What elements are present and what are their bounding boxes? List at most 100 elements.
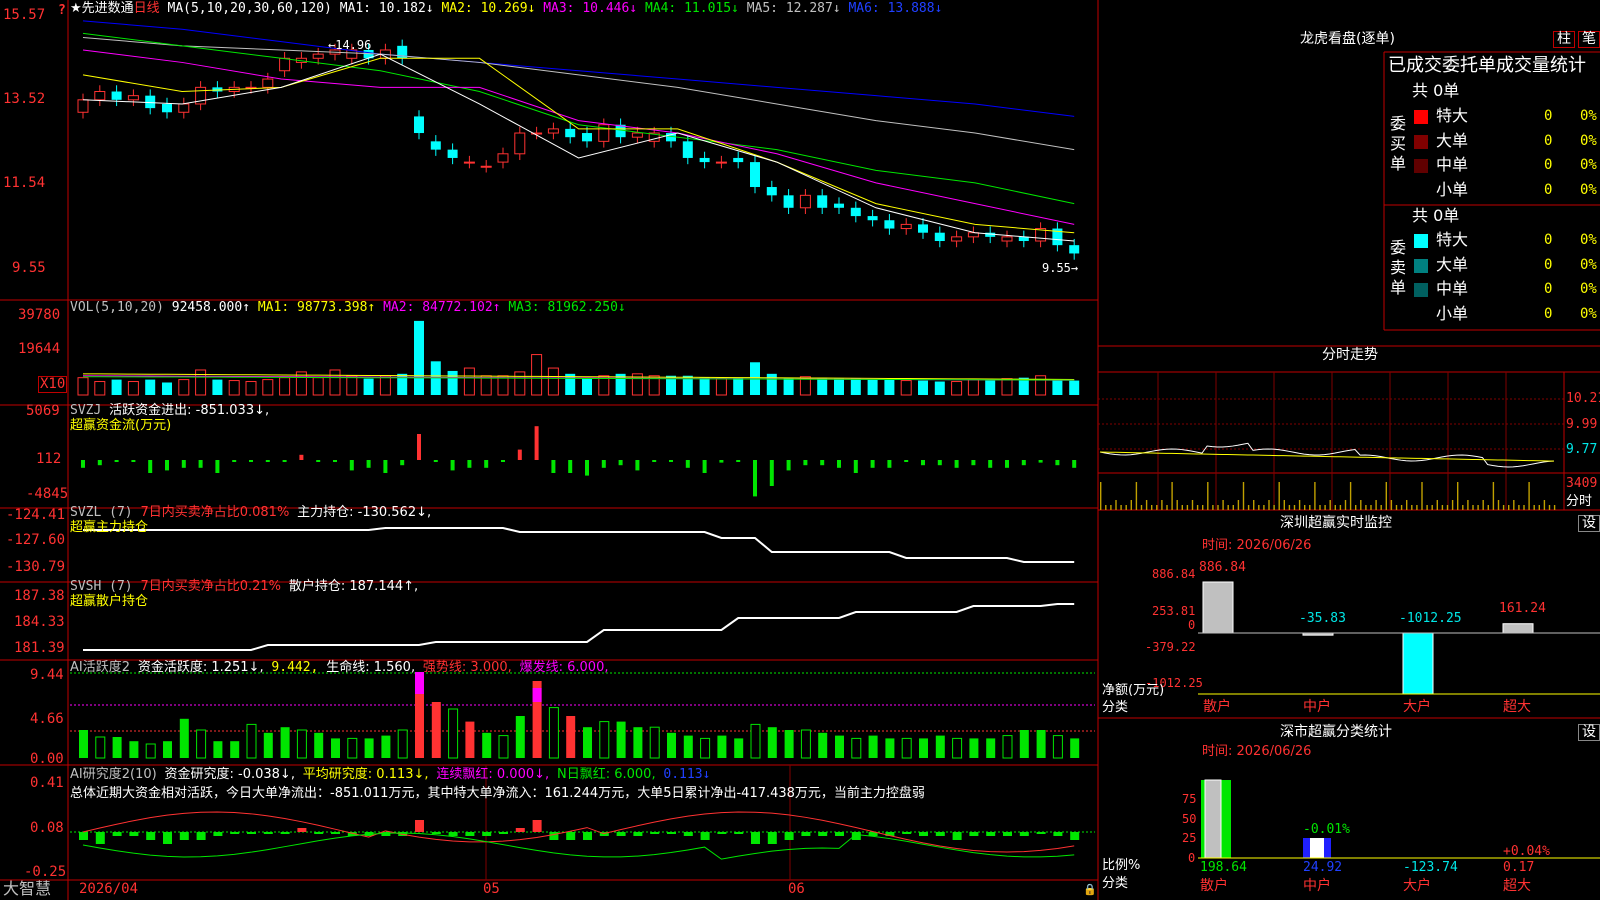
order-row-name: 小单	[1436, 179, 1469, 199]
ma3-value: MA3: 10.446↓	[543, 1, 638, 16]
ma4-line	[82, 32, 1075, 205]
classify-category-3: 超大	[1503, 878, 1531, 894]
intraday-vol-bar	[1161, 500, 1163, 510]
research-bar	[1070, 832, 1080, 840]
svzl-hold: 主力持仓: -130.562↓,	[297, 505, 432, 520]
intraday-vol-bar	[1380, 505, 1382, 510]
intraday-vol-bar	[1258, 505, 1260, 510]
monitor-settings-button[interactable]: 设	[1578, 515, 1600, 532]
trade-stats-banner: 已成交委托单成交量统计	[1388, 55, 1586, 76]
ai1-label: AI活跃度2	[70, 660, 130, 675]
activity-bar	[767, 727, 777, 758]
period-label[interactable]: 日线	[134, 1, 160, 16]
research-trend-line	[82, 832, 1075, 860]
volume-bar	[850, 378, 861, 395]
classify-settings-button[interactable]: 设	[1578, 724, 1600, 741]
intraday-vol-bar	[1349, 482, 1352, 510]
intraday-axis-2: 9.99	[1566, 417, 1598, 432]
help-icon[interactable]: ?	[58, 3, 66, 18]
research-bar	[482, 832, 492, 836]
intraday-vol-bar	[1283, 500, 1285, 510]
activity-bar	[851, 737, 862, 759]
ai2-e: 0.113↓	[663, 767, 711, 782]
intraday-vol-bar	[1253, 500, 1255, 510]
date-label-3: 06	[788, 881, 805, 897]
row-swatch	[1414, 283, 1428, 298]
ai1-axis-3: 0.00	[30, 751, 64, 767]
tick-view-button[interactable]: 笔	[1578, 31, 1600, 48]
buy-label-char: 买	[1389, 134, 1406, 153]
ai2-header: AI研究度2(10) 资金研究度: -0.038↓, 平均研究度: 0.113↓…	[70, 767, 710, 782]
candle-body	[497, 153, 509, 163]
order-row-pct: 0%	[1580, 108, 1597, 124]
fundflow-bar	[853, 460, 858, 473]
volume-bar	[918, 380, 928, 395]
ai1-strong: 强势线: 3.000,	[422, 660, 512, 675]
intraday-vol-bar	[1477, 505, 1479, 510]
brand-logo: 大智慧	[3, 879, 52, 898]
order-row-pct: 0%	[1580, 132, 1597, 149]
chart-canvas[interactable]	[0, 0, 1600, 900]
classify-bar-mid-inner	[1310, 838, 1324, 858]
order-row-pct: 0%	[1580, 232, 1597, 248]
monitor-cat-label: 分类	[1102, 700, 1129, 715]
research-bar	[1019, 832, 1029, 836]
volume-bar	[379, 375, 391, 396]
candle-body	[162, 103, 172, 113]
intraday-vol-bar	[1242, 482, 1245, 510]
intraday-vol-bar	[1400, 505, 1403, 510]
ai2-axis-3: -0.25	[24, 864, 67, 880]
fundflow-bar	[81, 460, 85, 468]
volume-bar	[699, 377, 710, 395]
intraday-vol-bar	[1365, 505, 1367, 510]
monitor-category-2: 大户	[1403, 699, 1431, 715]
volume-bar	[178, 379, 190, 396]
fundflow-bar	[282, 460, 287, 462]
volume-bar	[884, 379, 895, 395]
bar-view-button[interactable]: 柱	[1553, 31, 1575, 48]
order-row-name: 中单	[1436, 155, 1469, 175]
volume-bar	[195, 369, 207, 396]
volume-bar	[867, 379, 878, 395]
candle-body	[715, 161, 727, 164]
activity-bar	[179, 718, 189, 758]
volume-bar	[1052, 379, 1063, 395]
classify-cat-label: 分类	[1102, 876, 1129, 891]
axis-price-3: 11.54	[3, 175, 46, 191]
candle-body	[766, 187, 777, 196]
volume-bar	[834, 378, 844, 395]
intraday-vol-bar	[1370, 505, 1372, 510]
research-bar	[431, 832, 441, 834]
sell-label-char: 单	[1389, 278, 1406, 297]
svsh-header: SVSH (7) 7日内买卖净占比0.21% 散户持仓: 187.144↑,	[70, 579, 418, 594]
intraday-vol-bar	[1278, 482, 1280, 510]
sell-label-char: 卖	[1389, 258, 1406, 277]
fundflow-bar	[669, 460, 673, 462]
fundflow-bar	[349, 460, 354, 471]
candle-body	[480, 165, 492, 168]
fundflow-bar	[685, 460, 690, 468]
research-bar	[851, 832, 861, 840]
volume-bar	[951, 381, 963, 396]
research-bar	[549, 832, 559, 840]
candle-body	[127, 95, 139, 101]
intraday-avg-line	[1099, 451, 1554, 462]
volume-bar	[447, 370, 458, 395]
volume-bar	[162, 382, 172, 395]
research-bar	[314, 832, 324, 834]
candle-body	[799, 194, 811, 209]
fundflow-bar	[937, 460, 942, 466]
fundflow-bar	[131, 460, 136, 462]
intraday-vol-bar	[1497, 500, 1500, 510]
candle-body	[430, 141, 441, 150]
ma6-value: MA6: 13.888↓	[848, 1, 943, 16]
activity-bar	[616, 721, 626, 758]
low-price-label: 9.55→	[1042, 261, 1079, 275]
intraday-vol-bar	[1232, 505, 1234, 510]
lock-icon[interactable]: 🔒	[1083, 882, 1097, 897]
candle-body	[547, 128, 559, 134]
activity-bar	[1002, 735, 1013, 759]
ma4-value: MA4: 11.015↓	[644, 1, 739, 16]
svzj-axis-2: 112	[36, 451, 62, 467]
intraday-axis-1: 10.21	[1566, 391, 1600, 406]
